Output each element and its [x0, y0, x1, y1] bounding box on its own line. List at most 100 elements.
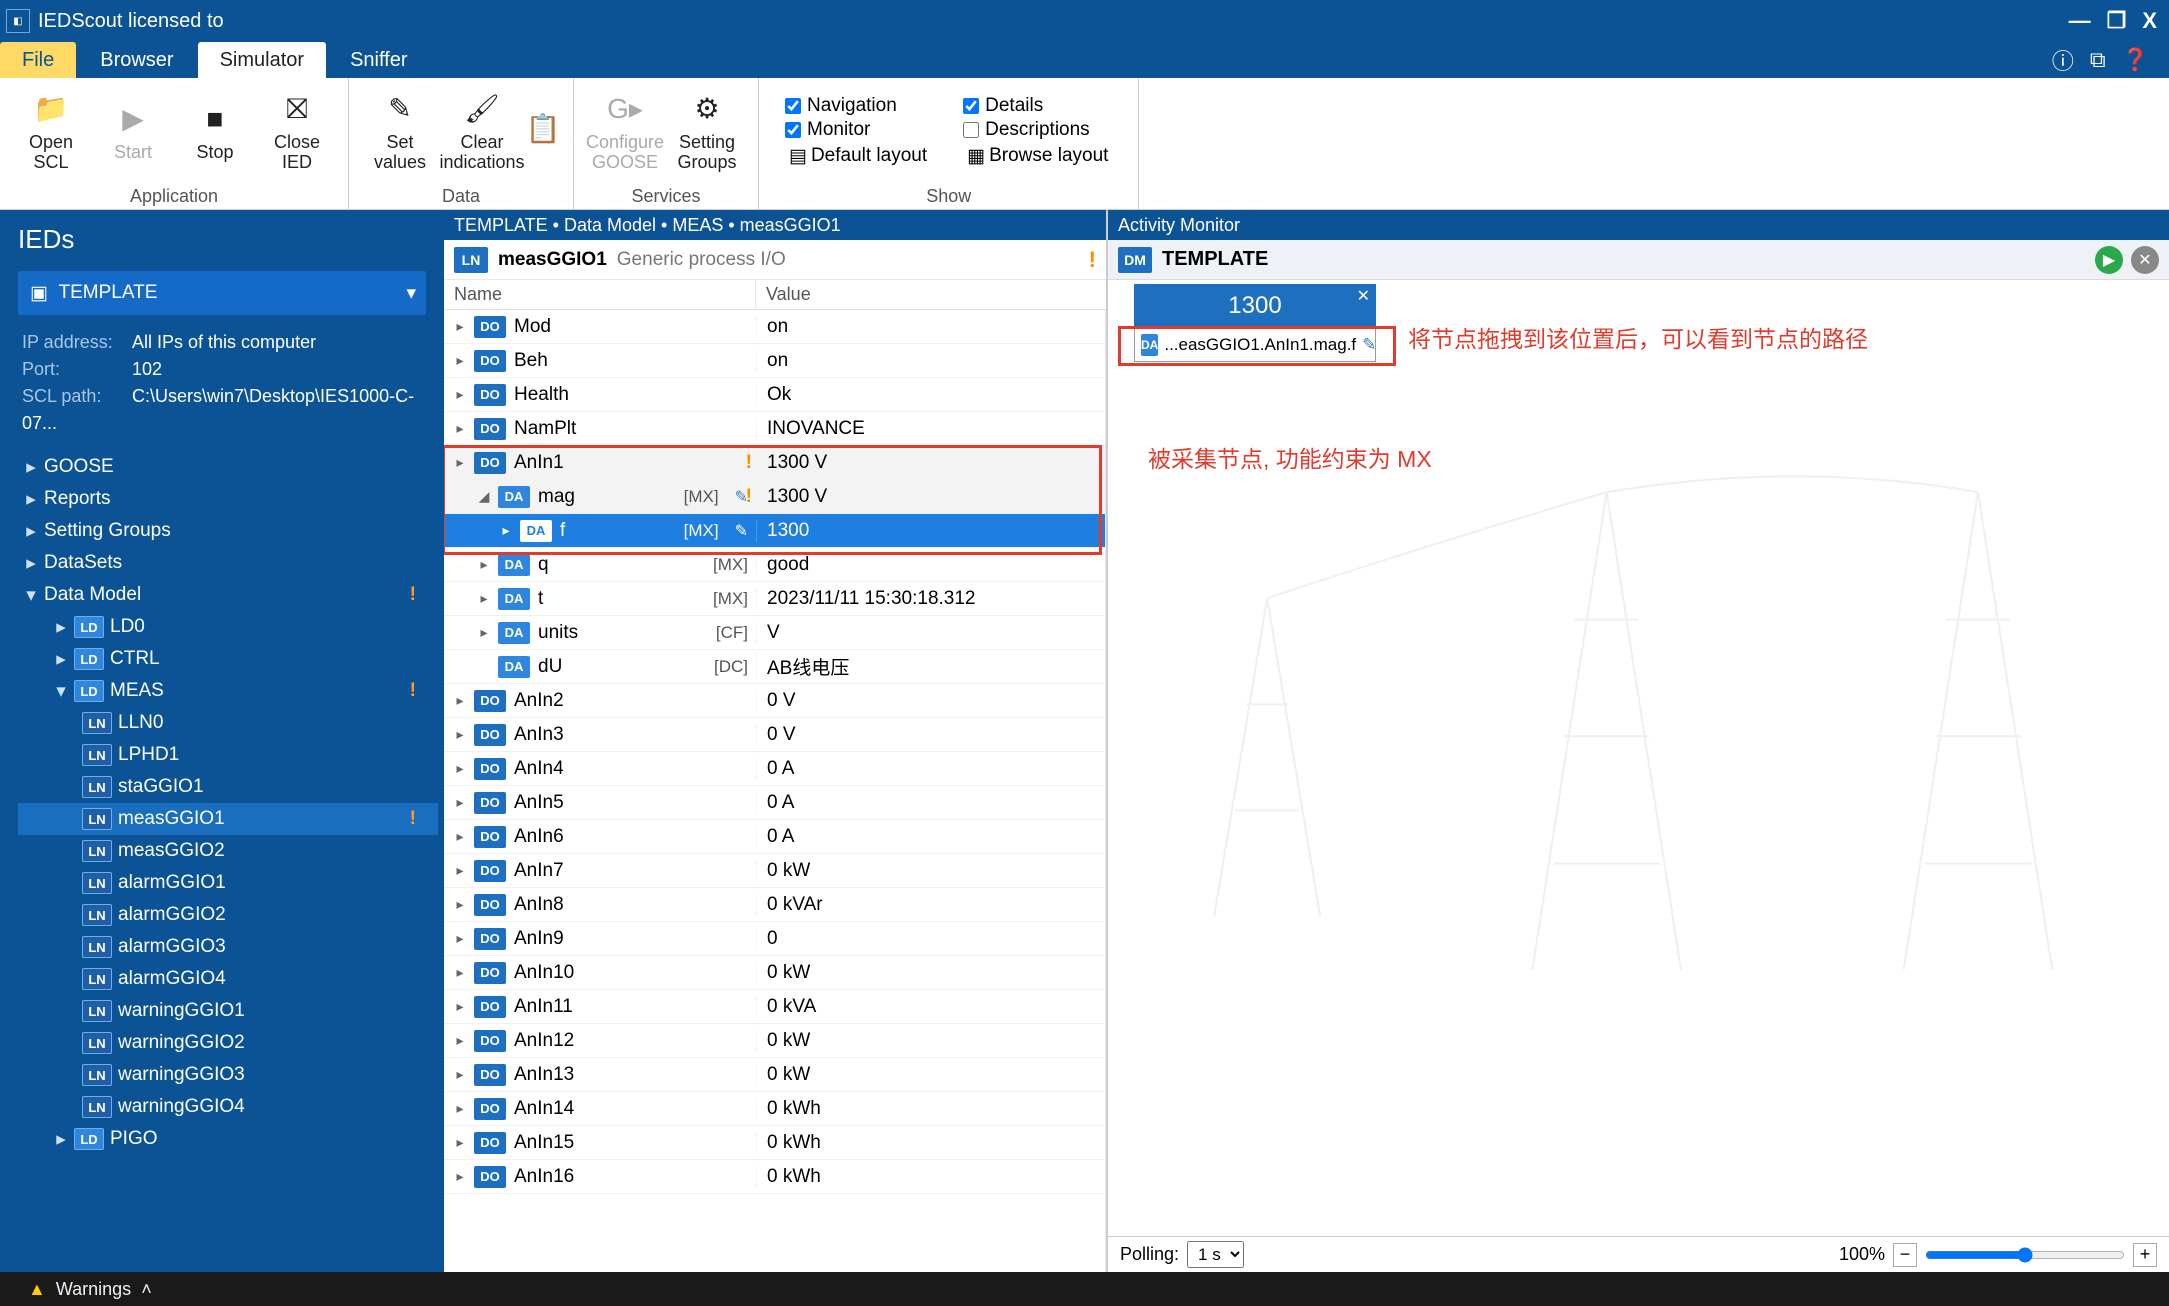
grid-row[interactable]: ▸DOAnIn110 kVA [444, 990, 1105, 1024]
polling-select[interactable]: 1 s [1187, 1241, 1244, 1268]
tree-ctrl[interactable]: ▸LDCTRL [18, 643, 438, 675]
grid-row[interactable]: DAdU[DC]AB线电压 [444, 650, 1105, 684]
grid-row[interactable]: ▸DOAnIn80 kVAr [444, 888, 1105, 922]
grid-row[interactable]: ▸DOModon [444, 310, 1105, 344]
grid-row[interactable]: ▸DOAnIn160 kWh [444, 1160, 1105, 1194]
grid-row[interactable]: ▸DOAnIn50 A [444, 786, 1105, 820]
configure-goose-button[interactable]: G▸Configure GOOSE [584, 82, 666, 182]
stop-icon: ■ [197, 101, 233, 137]
grid-row[interactable]: ▸DOAnIn40 A [444, 752, 1105, 786]
maximize-button[interactable]: ❐ [2107, 8, 2127, 34]
tree-alarmggio3[interactable]: LNalarmGGIO3 [18, 931, 438, 963]
paste-button[interactable]: 📋 [523, 82, 563, 182]
set-values-button[interactable]: ✎Set values [359, 82, 441, 182]
tab-simulator[interactable]: Simulator [198, 42, 326, 78]
grid-row[interactable]: ▸DAunits[CF]V [444, 616, 1105, 650]
ieds-title: IEDs [0, 210, 444, 265]
annotation-text-1: 将节点拖拽到该位置后，可以看到节点的路径 [1408, 320, 1868, 354]
play-icon[interactable]: ▶ [2095, 246, 2123, 274]
descriptions-checkbox[interactable]: Descriptions [963, 119, 1112, 141]
feedback-icon[interactable]: ⧉ [2090, 47, 2106, 73]
template-selector[interactable]: ▣ TEMPLATE ▾ [18, 271, 426, 315]
tab-file[interactable]: File [0, 42, 76, 78]
tree-goose[interactable]: ▸GOOSE [18, 451, 438, 483]
grid-row[interactable]: ▸DOAnIn90 [444, 922, 1105, 956]
nav-checkbox[interactable]: Navigation [785, 95, 931, 117]
stop-button[interactable]: ■Stop [174, 82, 256, 182]
warnings-button[interactable]: Warnings [56, 1279, 131, 1300]
grid-row[interactable]: ▸DONamPltINOVANCE [444, 412, 1105, 446]
grid-row[interactable]: ▸DOAnIn1!1300 V [444, 446, 1105, 480]
tree-lln0[interactable]: LNLLN0 [18, 707, 438, 739]
grid-row[interactable]: ▸DAf[MX]✎1300 [444, 514, 1105, 548]
zoom-out-button[interactable]: − [1893, 1243, 1917, 1267]
tree-data-model[interactable]: ▾Data Model! [18, 579, 438, 611]
grid-row[interactable]: ▸DOAnIn100 kW [444, 956, 1105, 990]
layout-icon: ▤ [789, 145, 807, 168]
tree-warningggio4[interactable]: LNwarningGGIO4 [18, 1091, 438, 1123]
tab-sniffer[interactable]: Sniffer [328, 42, 429, 78]
grid-row[interactable]: ▸DOAnIn140 kWh [444, 1092, 1105, 1126]
close-button[interactable]: X [2142, 8, 2157, 34]
tree-lphd1[interactable]: LNLPHD1 [18, 739, 438, 771]
monitor-footer: Polling: 1 s 100% − + [1108, 1236, 2169, 1272]
default-layout-button[interactable]: ▤Default layout [785, 143, 931, 170]
grid-row[interactable]: ▸DOAnIn120 kW [444, 1024, 1105, 1058]
zoom-in-button[interactable]: + [2133, 1243, 2157, 1267]
tree-ld0[interactable]: ▸LDLD0 [18, 611, 438, 643]
clear-indications-button[interactable]: 🖌Clear indications [441, 82, 523, 182]
tree-measggio1[interactable]: LNmeasGGIO1! [18, 803, 438, 835]
close-icon[interactable]: ✕ [2131, 246, 2159, 274]
grid-row[interactable]: ▸DOAnIn60 A [444, 820, 1105, 854]
start-button[interactable]: ▶Start [92, 82, 174, 182]
tree-alarmggio4[interactable]: LNalarmGGIO4 [18, 963, 438, 995]
brush-icon: 🖌 [464, 91, 500, 127]
tree-warningggio2[interactable]: LNwarningGGIO2 [18, 1027, 438, 1059]
grid-row[interactable]: ▸DOAnIn130 kW [444, 1058, 1105, 1092]
group-label-services: Services [574, 186, 758, 209]
grid-row[interactable]: ◢DAmag[MX]✎!1300 V [444, 480, 1105, 514]
tab-browser[interactable]: Browser [78, 42, 195, 78]
grid-row[interactable]: ▸DOAnIn20 V [444, 684, 1105, 718]
grid-row[interactable]: ▸DOAnIn30 V [444, 718, 1105, 752]
tree-setting-groups[interactable]: ▸Setting Groups [18, 515, 438, 547]
activity-monitor-panel: Activity Monitor DM TEMPLATE ▶ ✕ 1300✕ [1108, 210, 2169, 1272]
data-model-panel: TEMPLATE • Data Model • MEAS • measGGIO1… [444, 210, 1108, 1272]
help-icon[interactable]: ❓ [2122, 47, 2149, 73]
open-scl-button[interactable]: 📁Open SCL [10, 82, 92, 182]
tree-reports[interactable]: ▸Reports [18, 483, 438, 515]
browse-layout-button[interactable]: ▦Browse layout [963, 143, 1112, 170]
grid-row[interactable]: ▸DAq[MX]good [444, 548, 1105, 582]
grid-row[interactable]: ▸DAt[MX]2023/11/11 15:30:18.312 [444, 582, 1105, 616]
window-title: IEDScout licensed to [38, 10, 2069, 33]
grid-row[interactable]: ▸DOBehon [444, 344, 1105, 378]
minimize-button[interactable]: — [2069, 8, 2091, 34]
tree-meas[interactable]: ▾LDMEAS! [18, 675, 438, 707]
col-value[interactable]: Value [756, 280, 1106, 309]
tree-warningggio1[interactable]: LNwarningGGIO1 [18, 995, 438, 1027]
tree-datasets[interactable]: ▸DataSets [18, 547, 438, 579]
setting-groups-button[interactable]: ⚙Setting Groups [666, 82, 748, 182]
grid-body[interactable]: ▸DOModon▸DOBehon▸DOHealthOk▸DONamPltINOV… [444, 310, 1106, 1272]
tree-staggio1[interactable]: LNstaGGIO1 [18, 771, 438, 803]
close-ied-button[interactable]: ⛝Close IED [256, 82, 338, 182]
tree-measggio2[interactable]: LNmeasGGIO2 [18, 835, 438, 867]
info-icon[interactable]: ⓘ [2052, 44, 2074, 76]
clipboard-icon: 📋 [525, 111, 561, 147]
tree-alarmggio1[interactable]: LNalarmGGIO1 [18, 867, 438, 899]
breadcrumb: TEMPLATE • Data Model • MEAS • measGGIO1 [444, 210, 1106, 240]
grid-row[interactable]: ▸DOAnIn150 kWh [444, 1126, 1105, 1160]
details-checkbox[interactable]: Details [963, 95, 1112, 117]
group-label-application: Application [0, 186, 348, 209]
grid-row[interactable]: ▸DOAnIn70 kW [444, 854, 1105, 888]
activity-monitor-title: Activity Monitor [1108, 210, 2169, 240]
tree-pigo[interactable]: ▸LDPIGO [18, 1123, 438, 1155]
tree-alarmggio2[interactable]: LNalarmGGIO2 [18, 899, 438, 931]
zoom-slider[interactable] [1925, 1247, 2125, 1263]
tree-warningggio3[interactable]: LNwarningGGIO3 [18, 1059, 438, 1091]
chevron-up-icon[interactable]: ˄ [141, 1279, 152, 1300]
card-close-icon[interactable]: ✕ [1357, 286, 1370, 306]
col-name[interactable]: Name [444, 280, 756, 309]
grid-row[interactable]: ▸DOHealthOk [444, 378, 1105, 412]
monitor-checkbox[interactable]: Monitor [785, 119, 931, 141]
